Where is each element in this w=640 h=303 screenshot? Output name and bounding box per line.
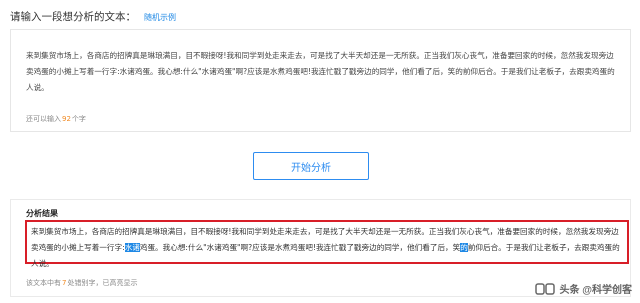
error-suffix: 处错别字，已高亮显示 xyxy=(67,279,138,287)
watermark-text: 头条 @科学创客 xyxy=(559,285,632,296)
prompt-title: 请输入一段想分析的文本： xyxy=(10,11,136,23)
watermark: 头条 @科学创客 xyxy=(535,281,632,296)
result-title: 分析结果 xyxy=(26,209,58,218)
watermark-logo-icon xyxy=(535,282,556,295)
start-analysis-button[interactable]: 开始分析 xyxy=(253,152,369,180)
random-example-link[interactable]: 随机示例 xyxy=(144,12,176,23)
input-text[interactable]: 来到集贸市场上，各商店的招牌真是琳琅满目，目不暇接呀!我和同学到处走来走去，可是… xyxy=(26,48,621,96)
error-summary: 该文本中有7处错别字，已高亮显示 xyxy=(26,278,137,288)
remaining-suffix: 个字 xyxy=(71,115,86,123)
error-prefix: 该文本中有 xyxy=(26,279,61,287)
result-text-part: 鸡蛋。我心想:什么"水诸鸡蛋"啊?应该是水煮鸡蛋吧!我连忙戳了戳旁边的同学，他们… xyxy=(139,243,461,252)
remaining-count: 92 xyxy=(62,115,71,123)
remaining-chars: 还可以输入92个字 xyxy=(26,114,86,124)
result-text: 来到集贸市场上，各商店的招牌真是琳琅满目，目不暇接呀!我和同学到处走来走去，可是… xyxy=(31,224,625,272)
remaining-prefix: 还可以输入 xyxy=(26,115,61,123)
error-count: 7 xyxy=(62,279,67,287)
typo-highlight: 的 xyxy=(460,243,468,252)
prompt-row: 请输入一段想分析的文本： 随机示例 xyxy=(10,9,176,25)
text-input-area[interactable]: 来到集贸市场上，各商店的招牌真是琳琅满目，目不暇接呀!我和同学到处走来走去，可是… xyxy=(10,29,631,132)
typo-highlight: 水诸 xyxy=(124,243,140,252)
result-highlight-frame: 来到集贸市场上，各商店的招牌真是琳琅满目，目不暇接呀!我和同学到处走来走去，可是… xyxy=(25,220,629,268)
